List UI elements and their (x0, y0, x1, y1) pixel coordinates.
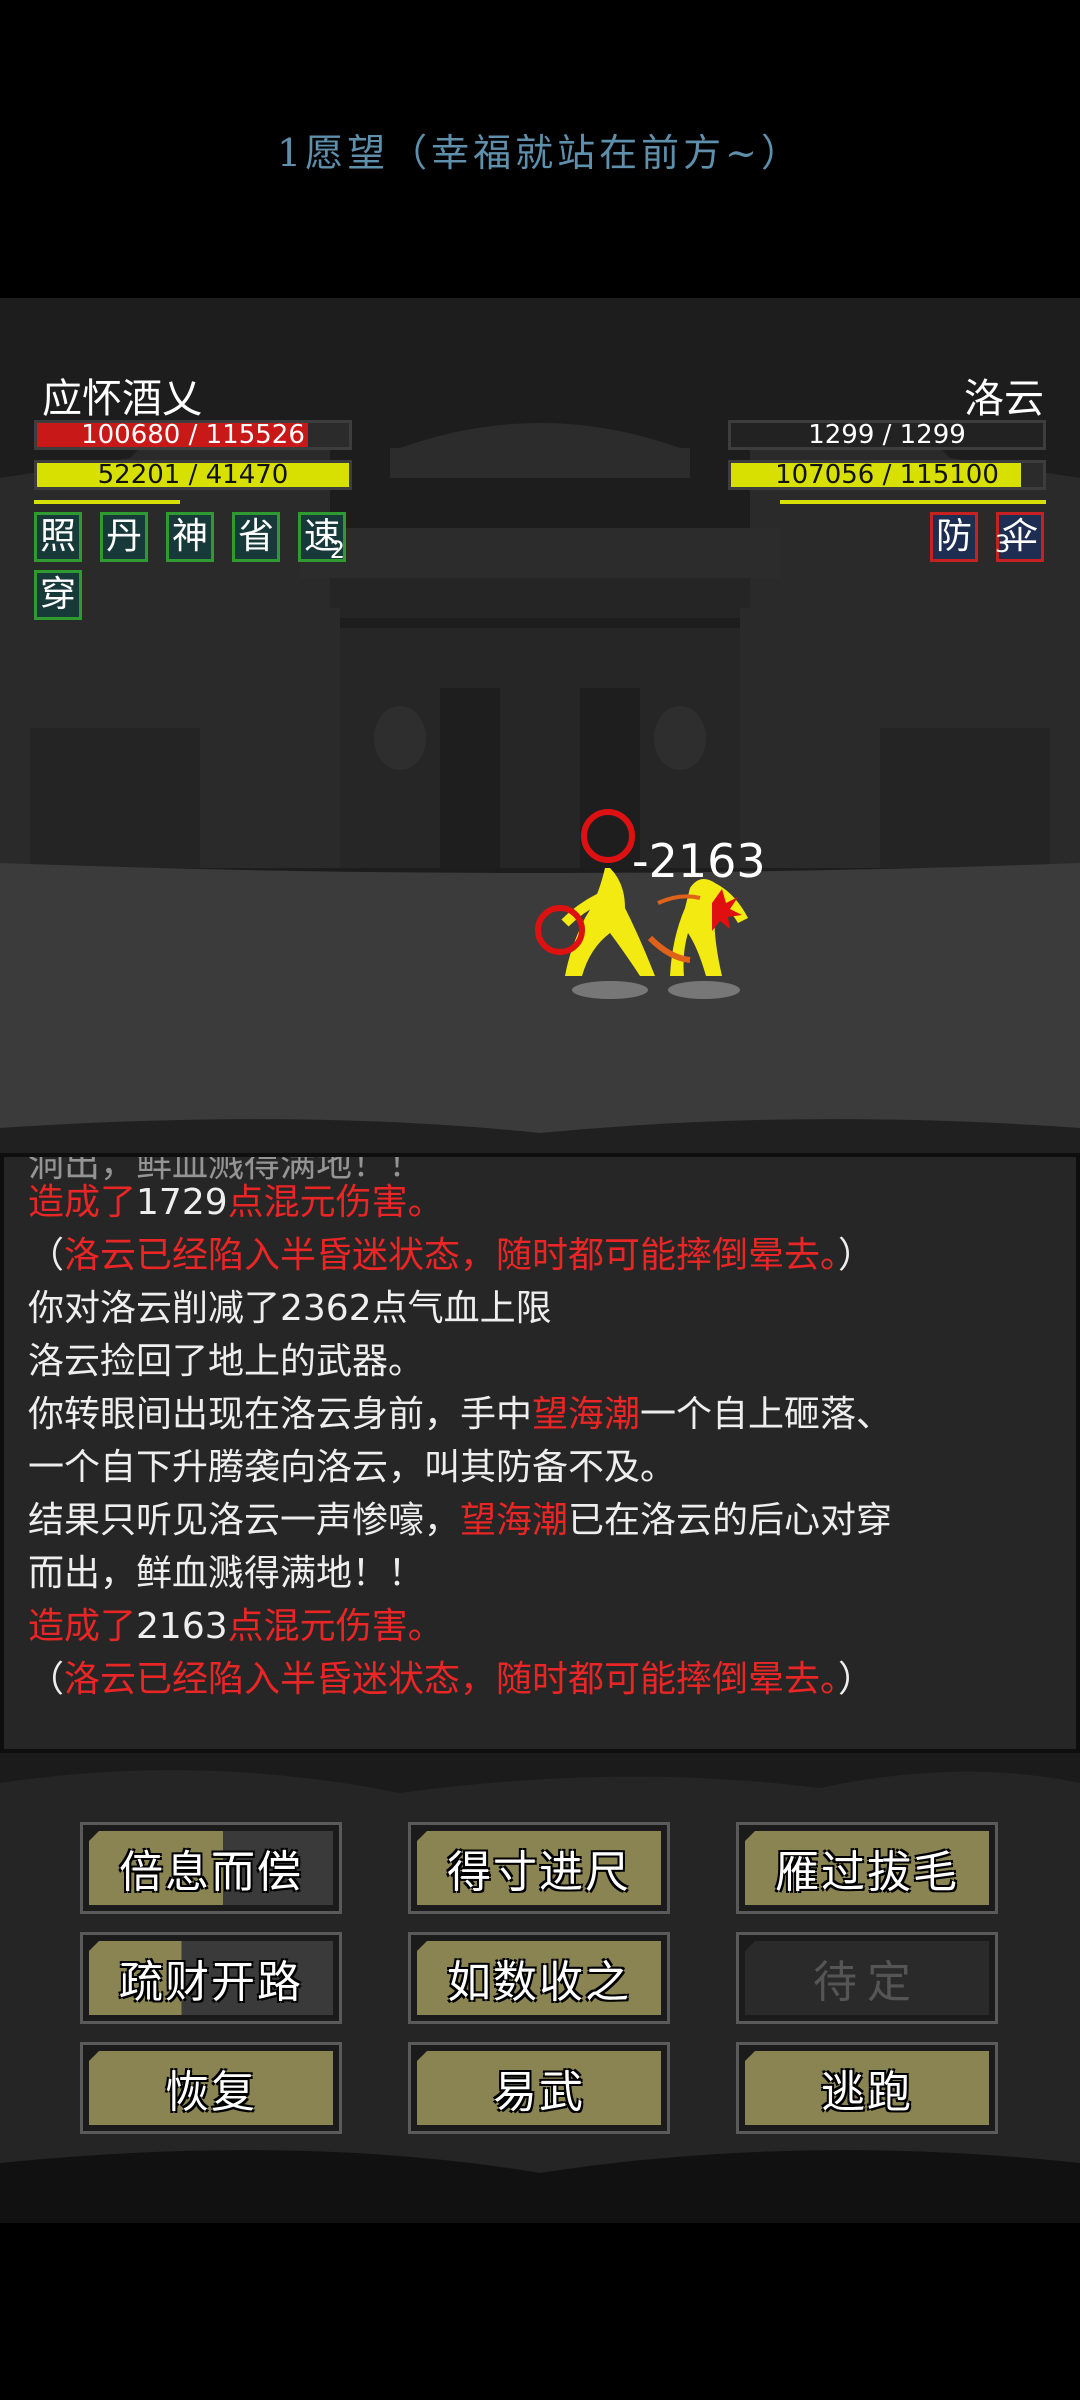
player-mp-bar: 52201 / 41470 (34, 460, 352, 490)
player-buff-chuan-icon[interactable]: 穿 (34, 570, 82, 620)
player-buff-sheng-icon[interactable]: 省 (232, 512, 280, 562)
log-segment: 而出，鲜血溅得满地！！ (28, 1553, 425, 1594)
log-line: 你转眼间出现在洛云身前，手中望海潮一个自上砸落、 (28, 1395, 892, 1435)
battle-log[interactable]: 洞出，鲜血溅得满地！！ 造成了1729点混元伤害。 （洛云已经陷入半昏迷状态，随时… (0, 1153, 1080, 1753)
skill-button-5[interactable]: 如数收之 (408, 1932, 670, 2024)
log-line: （洛云已经陷入半昏迷状态，随时都可能摔倒晕去。） (28, 1660, 874, 1700)
skill-button-3[interactable]: 雁过拔毛 (736, 1822, 998, 1914)
log-segment: （ (28, 1235, 65, 1276)
buff-glyph: 丹 (105, 516, 142, 557)
enemy-mp-text: 107056 / 115100 (775, 460, 999, 490)
skill-3-label: 雁过拔毛 (745, 1831, 989, 1905)
log-segment: 已在洛云的后心对穿 (568, 1500, 893, 1541)
log-segment: 1729 (136, 1182, 228, 1223)
log-segment: ） (838, 1235, 875, 1276)
log-segment: 一个自下升腾袭向洛云，叫其防备不及。 (28, 1447, 677, 1488)
log-segment: 2163 (136, 1606, 228, 1647)
log-segment: （ (28, 1659, 65, 1700)
player-name: 应怀酒乂 (42, 376, 202, 422)
log-segment: 造成了 (28, 1182, 137, 1223)
battle-scene: 应怀酒乂 洛云 100680 / 115526 52201 / 41470 12… (0, 308, 1080, 1153)
log-line: （洛云已经陷入半昏迷状态，随时都可能摔倒晕去。） (28, 1236, 874, 1276)
log-line: 而出，鲜血溅得满地！！ (28, 1554, 424, 1594)
enemy-name: 洛云 (964, 376, 1044, 422)
skill-button-2[interactable]: 得寸进尺 (408, 1822, 670, 1914)
skill-button-1[interactable]: 倍息而偿 (80, 1822, 342, 1914)
log-segment: 点混元伤害。 (227, 1606, 444, 1647)
enemy-buff-fang-icon[interactable]: 防 (930, 512, 978, 562)
skill-2-label: 得寸进尺 (417, 1831, 661, 1905)
skill-button-4[interactable]: 疏财开路 (80, 1932, 342, 2024)
skill-panel: 倍息而偿 得寸进尺 雁过拔毛 疏财开路 如数收之 待定 恢复 易武 逃跑 (0, 1753, 1080, 2223)
bottom-black-area (0, 2223, 1080, 2400)
switch-weapon-label: 易武 (417, 2051, 661, 2125)
switch-weapon-button[interactable]: 易武 (408, 2042, 670, 2134)
player-buff-dan-icon[interactable]: 丹 (100, 512, 148, 562)
buff-glyph: 穿 (39, 574, 76, 615)
log-segment: 望海潮 (532, 1394, 641, 1435)
enemy-hp-bar: 1299 / 1299 (728, 420, 1046, 450)
skill-4-label: 疏财开路 (89, 1941, 333, 2015)
log-line: 结果只听见洛云一声惨嚎，望海潮已在洛云的后心对穿 (28, 1501, 892, 1541)
player-mp-text: 52201 / 41470 (97, 460, 289, 490)
enemy-rage-line (780, 500, 1046, 504)
recover-label: 恢复 (89, 2051, 333, 2125)
log-segment: 洛云已经陷入半昏迷状态，随时都可能摔倒晕去。 (64, 1659, 839, 1700)
player-buff-shen-icon[interactable]: 神 (166, 512, 214, 562)
log-segment: 造成了 (28, 1606, 137, 1647)
log-segment: 点混元伤害。 (227, 1182, 444, 1223)
top-banner: 1愿望（幸福就站在前方~） (0, 0, 1080, 300)
player-buff-su-icon[interactable]: 速2 (298, 512, 346, 564)
buff-glyph: 防 (935, 516, 972, 557)
player-rage-line (34, 500, 180, 504)
flee-label: 逃跑 (745, 2051, 989, 2125)
skill-1-label: 倍息而偿 (89, 1831, 333, 1905)
enemy-hp-text: 1299 / 1299 (808, 420, 966, 450)
log-segment: ） (838, 1659, 875, 1700)
log-cut-line: 洞出，鲜血溅得满地！！ (28, 1153, 425, 1185)
buff-glyph: 省 (237, 516, 274, 557)
buff-glyph: 神 (171, 516, 208, 557)
log-line: 你对洛云削减了2362点气血上限 (28, 1289, 552, 1329)
skill-button-6-placeholder: 待定 (736, 1932, 998, 2024)
log-line: 造成了1729点混元伤害。 (28, 1183, 444, 1223)
log-segment: 你转眼间出现在洛云身前，手中 (28, 1394, 533, 1435)
skill-5-label: 如数收之 (417, 1941, 661, 2015)
log-line: 一个自下升腾袭向洛云，叫其防备不及。 (28, 1448, 676, 1488)
log-segment: 望海潮 (460, 1500, 569, 1541)
flee-button[interactable]: 逃跑 (736, 2042, 998, 2134)
banner-divider (0, 298, 1080, 308)
recover-button[interactable]: 恢复 (80, 2042, 342, 2134)
buff-count: 3 (995, 530, 1011, 558)
log-line: 造成了2163点混元伤害。 (28, 1607, 444, 1647)
enemy-mp-bar: 107056 / 115100 (728, 460, 1046, 490)
player-hp-bar: 100680 / 115526 (34, 420, 352, 450)
buff-count: 2 (329, 536, 345, 564)
log-segment: 一个自上砸落、 (640, 1394, 893, 1435)
wish-banner-text[interactable]: 1愿望（幸福就站在前方~） (0, 122, 1080, 177)
enemy-buff-umbrella-icon[interactable]: 伞3 (995, 512, 1044, 562)
buff-glyph: 照 (39, 516, 76, 557)
player-hp-text: 100680 / 115526 (81, 420, 305, 450)
log-segment: 洛云已经陷入半昏迷状态，随时都可能摔倒晕去。 (64, 1235, 839, 1276)
log-segment: 洛云捡回了地上的武器。 (28, 1341, 425, 1382)
damage-popup: -2163 (632, 834, 766, 888)
skill-6-label: 待定 (745, 1941, 989, 2015)
log-segment: 你对洛云削减了2362点气血上限 (28, 1288, 552, 1329)
player-buff-zhao-icon[interactable]: 照 (34, 512, 82, 562)
log-line: 洛云捡回了地上的武器。 (28, 1342, 424, 1382)
log-segment: 结果只听见洛云一声惨嚎， (28, 1500, 461, 1541)
